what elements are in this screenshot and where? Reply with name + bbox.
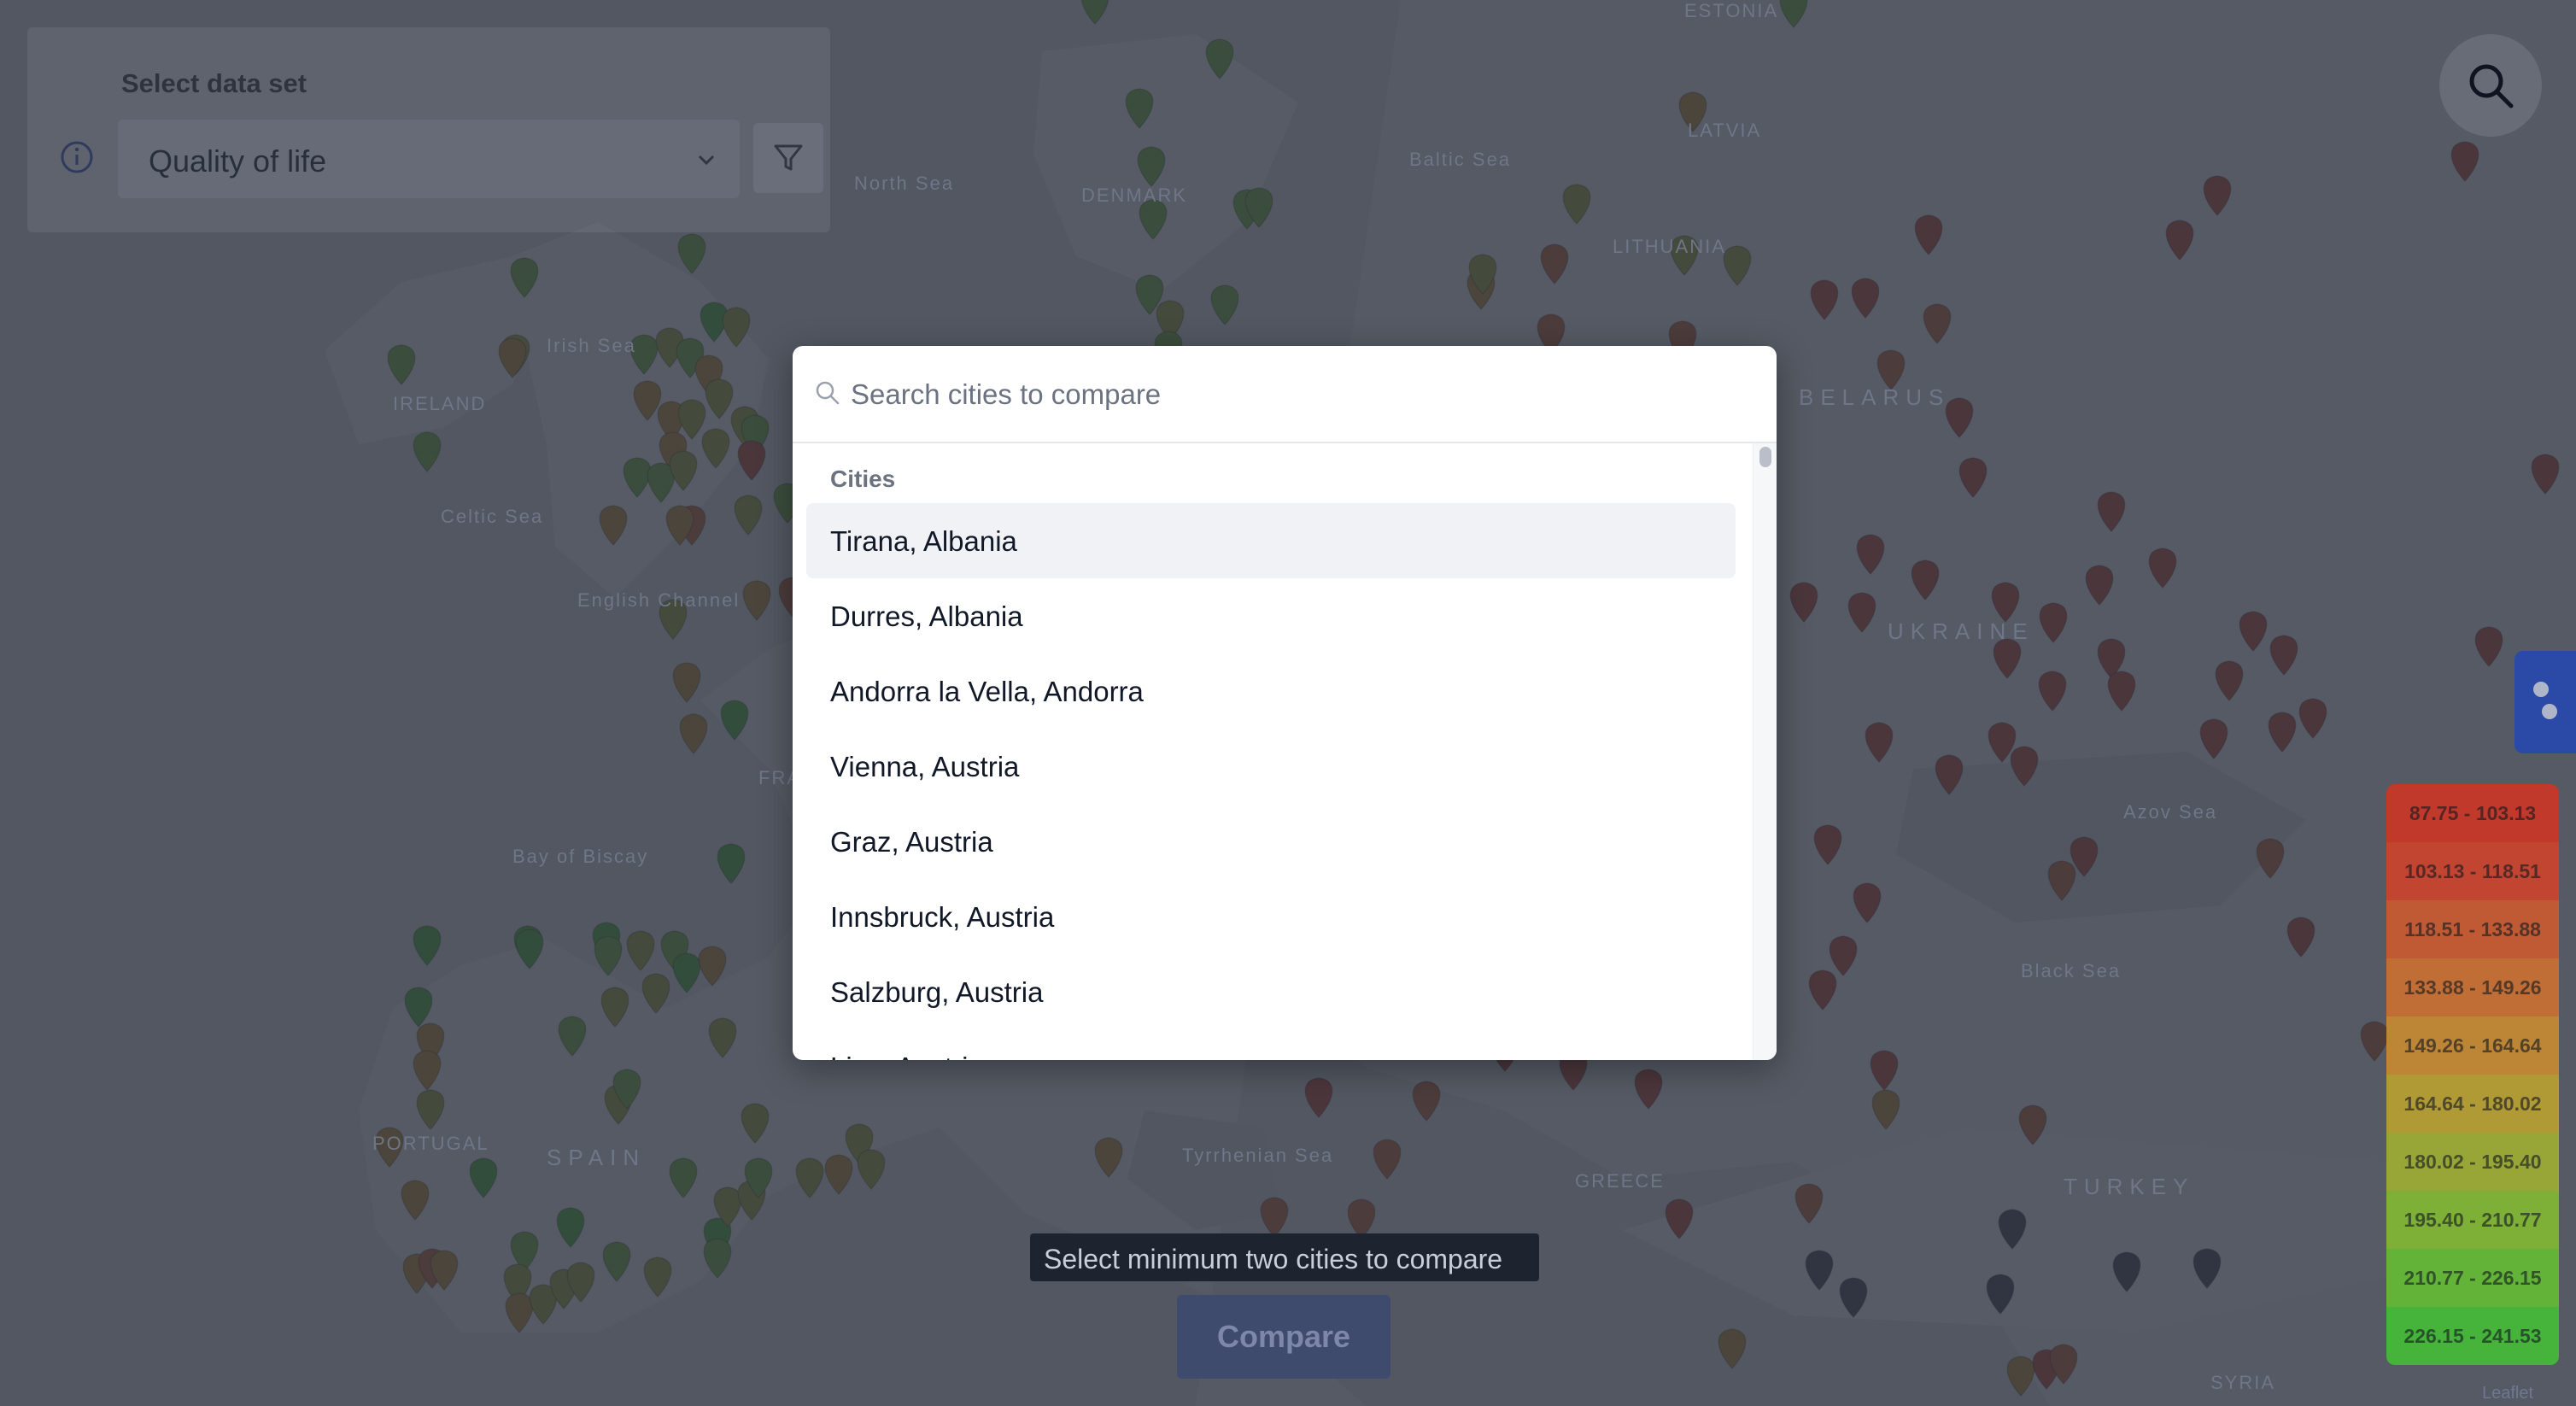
city-search-input[interactable] — [849, 368, 1749, 421]
city-option-label: Salzburg, Austria — [830, 976, 1044, 1008]
city-list: Cities Tirana, Albania Durres, Albania A… — [793, 443, 1753, 1060]
scroll-thumb[interactable] — [1759, 447, 1771, 467]
legend-item: 103.13 - 118.51 — [2386, 842, 2559, 900]
compare-cities-modal: Cities Tirana, Albania Durres, Albania A… — [793, 346, 1777, 1060]
city-option[interactable]: Linz, Austria — [806, 1029, 1736, 1060]
feedback-tab[interactable] — [2515, 651, 2576, 753]
search-icon — [816, 381, 840, 405]
map-label: DENMARK — [1081, 185, 1188, 206]
legend-item: 118.51 - 133.88 — [2386, 900, 2559, 958]
search-icon — [2469, 64, 2514, 108]
legend-item: 226.15 - 241.53 — [2386, 1307, 2559, 1365]
map-label: SPAIN — [547, 1145, 647, 1170]
city-option-label: Innsbruck, Austria — [830, 901, 1055, 933]
city-list-scrollbar[interactable] — [1753, 443, 1777, 1060]
map-label: IRELAND — [393, 393, 487, 414]
city-option[interactable]: Tirana, Albania — [806, 503, 1736, 578]
feedback-icon — [2533, 682, 2549, 697]
map-label: English Channel — [577, 589, 741, 611]
city-option[interactable]: Innsbruck, Austria — [806, 879, 1736, 954]
map-label: Azov Sea — [2123, 801, 2218, 823]
compare-tooltip-text: Select minimum two cities to compare — [1044, 1244, 1503, 1274]
filter-button[interactable] — [753, 123, 823, 193]
compare-button[interactable]: Compare — [1177, 1295, 1390, 1379]
legend-item: 87.75 - 103.13 — [2386, 784, 2559, 842]
map-label: North Sea — [854, 173, 955, 194]
filter-icon — [774, 144, 803, 171]
legend-item: 149.26 - 164.64 — [2386, 1016, 2559, 1075]
map-label: Baltic Sea — [1409, 149, 1512, 170]
city-option[interactable]: Andorra la Vella, Andorra — [806, 653, 1736, 729]
map-label: Celtic Sea — [441, 506, 544, 527]
dataset-select[interactable]: Quality of life — [118, 120, 740, 198]
city-option-label: Durres, Albania — [830, 600, 1023, 632]
feedback-icon — [2542, 704, 2557, 719]
legend-item: 164.64 - 180.02 — [2386, 1075, 2559, 1133]
legend-item: 195.40 - 210.77 — [2386, 1191, 2559, 1249]
legend-item: 180.02 - 195.40 — [2386, 1133, 2559, 1191]
map-label: ESTONIA — [1684, 0, 1779, 21]
dataset-panel: Select data set Quality of life — [27, 27, 830, 232]
map-label: Black Sea — [2021, 960, 2122, 981]
city-option[interactable]: Salzburg, Austria — [806, 954, 1736, 1029]
legend: 87.75 - 103.13 103.13 - 118.51 118.51 - … — [2386, 784, 2559, 1365]
city-search-bar — [793, 346, 1777, 443]
map-label: GREECE — [1575, 1170, 1665, 1192]
city-option[interactable]: Graz, Austria — [806, 804, 1736, 879]
map-label: UKRAINE — [1888, 618, 2034, 644]
group-heading: Cities — [830, 466, 896, 492]
legend-item: 133.88 - 149.26 — [2386, 958, 2559, 1016]
dataset-selected-value: Quality of life — [149, 144, 327, 179]
map-label: LITHUANIA — [1613, 236, 1726, 257]
city-option-label: Vienna, Austria — [830, 751, 1020, 782]
map-label: PORTUGAL — [372, 1133, 489, 1154]
map-search-button[interactable] — [2439, 34, 2542, 137]
map-label: LATVIA — [1688, 120, 1762, 141]
city-option-label: Andorra la Vella, Andorra — [830, 676, 1144, 707]
city-option-label: Linz, Austria — [830, 1052, 984, 1060]
map-label: Irish Sea — [547, 335, 636, 356]
map-label: TURKEY — [2064, 1174, 2195, 1199]
city-option[interactable]: Vienna, Austria — [806, 729, 1736, 804]
leaflet-attribution[interactable]: Leaflet — [2482, 1384, 2533, 1403]
city-option-label: Tirana, Albania — [830, 525, 1017, 557]
compare-tooltip: Select minimum two cities to compare — [1030, 1233, 1539, 1281]
legend-item: 210.77 - 226.15 — [2386, 1249, 2559, 1307]
dataset-label: Select data set — [121, 68, 307, 98]
compare-button-label: Compare — [1216, 1319, 1351, 1354]
map-label: Bay of Biscay — [512, 846, 649, 867]
map-label: Tyrrhenian Sea — [1182, 1145, 1334, 1166]
chevron-down-icon — [698, 155, 715, 166]
info-icon[interactable] — [60, 140, 94, 174]
city-option[interactable]: Durres, Albania — [806, 578, 1736, 653]
map-label: SYRIA — [2210, 1372, 2276, 1393]
city-option-label: Graz, Austria — [830, 826, 993, 858]
map-label: BELARUS — [1799, 384, 1951, 410]
